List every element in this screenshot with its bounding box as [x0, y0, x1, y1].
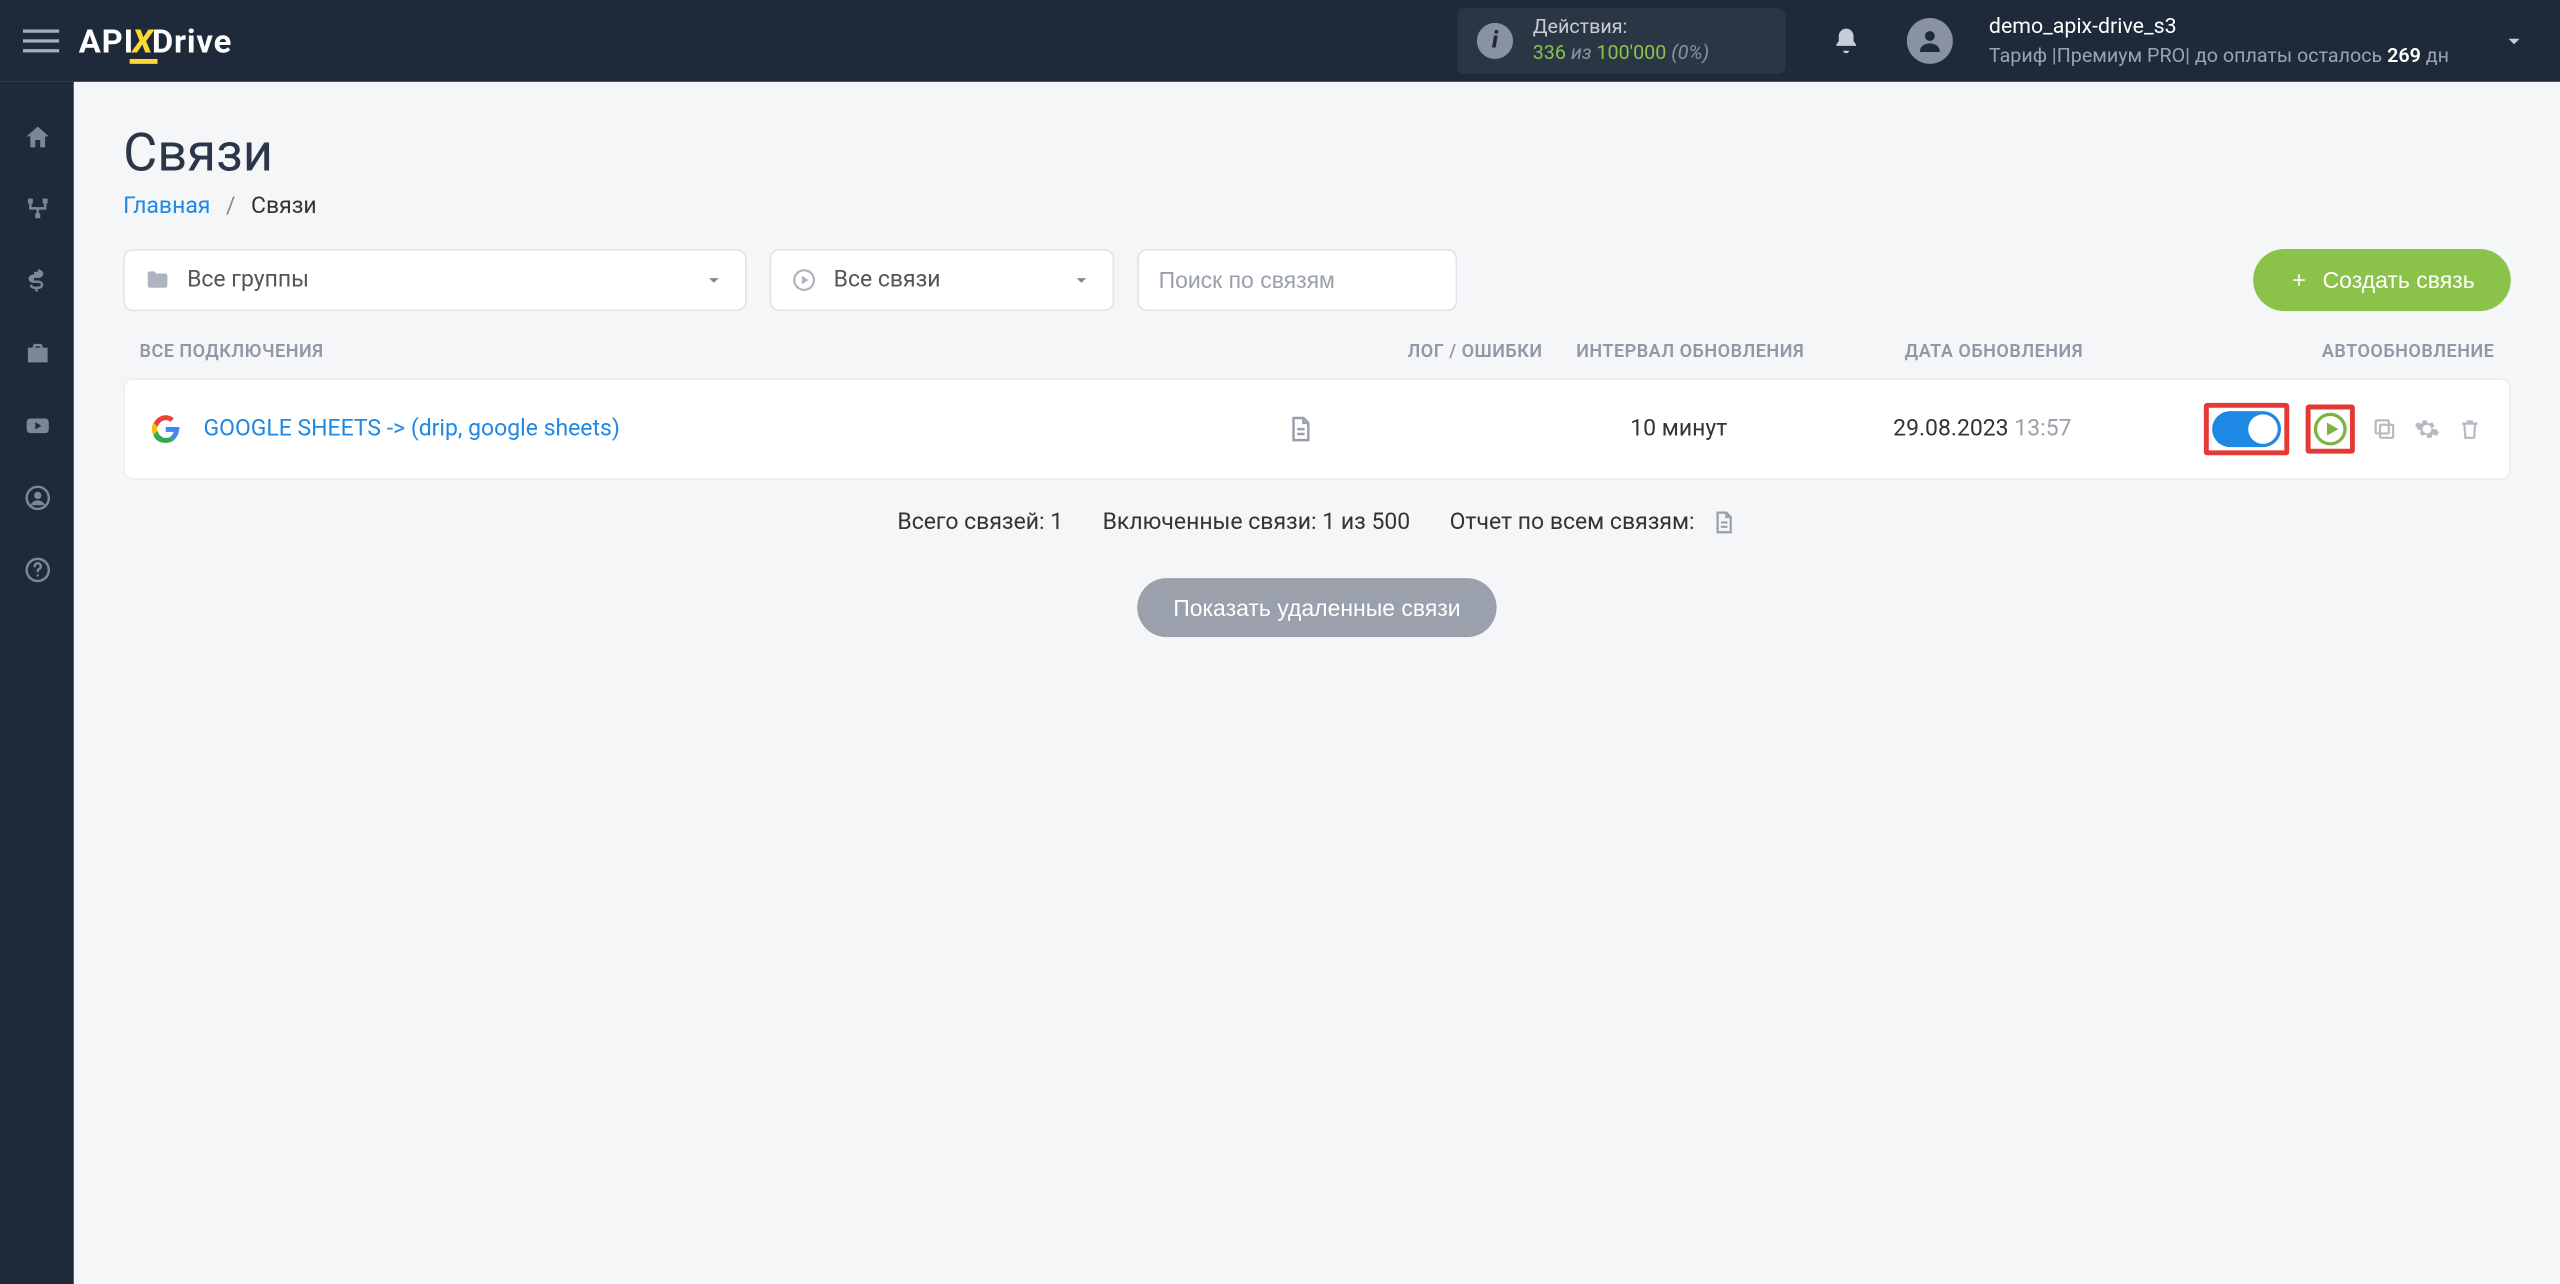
table-row: GOOGLE SHEETS -> (drip, google sheets) 1…	[125, 380, 2509, 478]
actions-label: Действия:	[1533, 15, 1709, 41]
group-select[interactable]: Все группы	[123, 249, 747, 311]
sidebar	[0, 82, 74, 1284]
notifications-icon[interactable]	[1831, 26, 1861, 55]
run-now-button[interactable]	[2314, 413, 2347, 446]
chevron-down-icon	[702, 269, 725, 292]
menu-toggle[interactable]	[23, 23, 59, 59]
play-icon	[791, 267, 817, 293]
actions-used: 336	[1533, 41, 1566, 64]
copy-icon[interactable]	[2371, 416, 2397, 442]
actions-total: 100'000	[1596, 41, 1666, 64]
summary-report: Отчет по всем связям:	[1450, 509, 1695, 535]
breadcrumb: Главная / Связи	[123, 193, 2511, 219]
connection-link[interactable]: GOOGLE SHEETS -> (drip, google sheets)	[203, 416, 619, 442]
sidebar-item-help[interactable]	[0, 540, 74, 599]
sidebar-item-briefcase[interactable]	[0, 324, 74, 383]
create-connection-button[interactable]: Создать связь	[2254, 249, 2511, 311]
summary-line: Всего связей: 1 Включенные связи: 1 из 5…	[123, 509, 2511, 536]
report-icon[interactable]	[1710, 510, 1736, 536]
log-icon[interactable]	[1285, 414, 1531, 443]
highlight-toggle	[2204, 403, 2289, 455]
col-date: Дата обновления	[1838, 341, 2150, 362]
logo[interactable]: APIXDrive	[79, 21, 232, 60]
autoupdate-toggle[interactable]	[2212, 411, 2281, 447]
summary-enabled: Включенные связи: 1 из 500	[1103, 510, 1411, 536]
actions-counter[interactable]: i Действия: 336 из 100'000 (0%)	[1457, 9, 1785, 73]
info-icon: i	[1477, 23, 1513, 59]
search-input[interactable]	[1159, 267, 1436, 293]
app-header: APIXDrive i Действия: 336 из 100'000 (0%…	[0, 0, 2560, 82]
gear-icon[interactable]	[2414, 416, 2440, 442]
google-icon	[151, 414, 181, 443]
highlight-run	[2306, 405, 2355, 454]
plus-icon	[2290, 270, 2310, 290]
breadcrumb-home[interactable]: Главная	[123, 193, 210, 219]
connections-list: GOOGLE SHEETS -> (drip, google sheets) 1…	[123, 378, 2511, 480]
status-select-label: Все связи	[834, 267, 941, 293]
main-content: Связи Главная / Связи Все группы	[74, 82, 2560, 1284]
col-auto: Автообновление	[2150, 341, 2495, 362]
tariff-line: Тариф |Премиум PRO| до оплаты осталось 2…	[1989, 42, 2481, 69]
actions-pct: (0%)	[1671, 41, 1709, 64]
chevron-down-icon[interactable]	[2501, 28, 2527, 54]
col-log: Лог / Ошибки	[1296, 341, 1542, 362]
user-menu[interactable]: demo_apix-drive_s3 Тариф |Премиум PRO| д…	[1989, 13, 2481, 68]
chevron-down-icon	[1070, 269, 1093, 292]
user-avatar-icon[interactable]	[1907, 18, 1953, 64]
date-value: 29.08.2023 13:57	[1826, 416, 2138, 442]
group-select-label: Все группы	[187, 267, 309, 293]
actions-sep: из	[1571, 41, 1592, 64]
interval-value: 10 минут	[1531, 416, 1826, 442]
folder-icon	[144, 267, 170, 293]
page-title: Связи	[123, 121, 2511, 183]
table-header: Все подключения Лог / Ошибки Интервал об…	[123, 341, 2511, 379]
breadcrumb-current: Связи	[251, 193, 317, 219]
sidebar-item-account[interactable]	[0, 468, 74, 527]
search-input-wrapper	[1137, 249, 1457, 311]
create-button-label: Создать связь	[2323, 267, 2475, 293]
col-interval: Интервал обновления	[1543, 341, 1838, 362]
username: demo_apix-drive_s3	[1989, 13, 2481, 42]
sidebar-item-connections[interactable]	[0, 180, 74, 239]
sidebar-item-billing[interactable]	[0, 252, 74, 311]
summary-total: Всего связей: 1	[897, 510, 1063, 536]
col-connections: Все подключения	[139, 341, 1296, 362]
sidebar-item-video[interactable]	[0, 396, 74, 455]
toolbar: Все группы Все связи	[123, 249, 2511, 311]
sidebar-item-home[interactable]	[0, 108, 74, 167]
status-select[interactable]: Все связи	[770, 249, 1115, 311]
show-deleted-button[interactable]: Показать удаленные связи	[1137, 579, 1497, 638]
trash-icon[interactable]	[2457, 416, 2483, 442]
